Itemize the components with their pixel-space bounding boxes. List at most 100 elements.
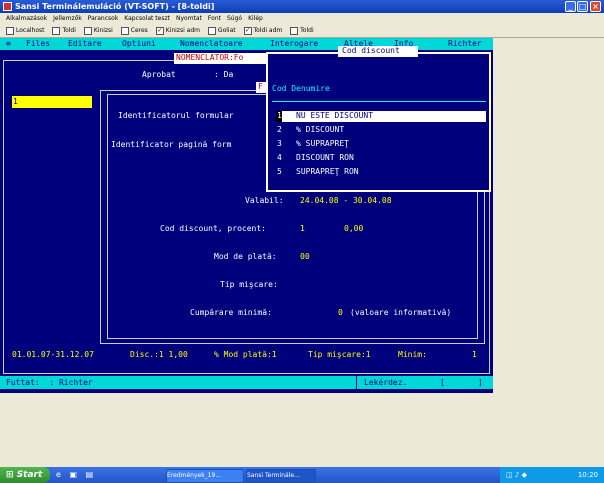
- clock: 10:20: [577, 471, 598, 479]
- cod-discount-code[interactable]: 1: [300, 224, 305, 234]
- cumparare-minima-note: (valoare informativă): [350, 308, 452, 317]
- connection-toolbar: Localhost Toldi Kinizsi Ceres ✓ Kinizsi a…: [0, 25, 604, 38]
- left-input-field[interactable]: 1: [12, 96, 92, 108]
- menu-bar: Alkalmazások Jellemzők Parancsok Kapcsolat …: [0, 13, 604, 25]
- minimize-button[interactable]: _: [565, 1, 576, 12]
- menu-item[interactable]: Alkalmazások: [6, 15, 47, 22]
- menu-item[interactable]: Parancsok: [88, 15, 119, 22]
- checkbox[interactable]: [52, 26, 61, 35]
- checkbox[interactable]: [207, 26, 216, 35]
- option-code: 2: [277, 125, 282, 134]
- explorer-icon[interactable]: ▣: [69, 470, 77, 479]
- left-input-value: 1: [13, 97, 18, 106]
- terminal-status-bar: Futtat: : Richter Lekérdez. [ ]: [0, 376, 493, 389]
- app-icon: [3, 2, 12, 11]
- option-label: DISCOUNT RON: [296, 153, 354, 162]
- terminal-screen[interactable]: ≡ Files Editare Optiuni Nomenclatoare In…: [0, 38, 493, 393]
- menu-item[interactable]: Nyomtat: [176, 15, 202, 22]
- popup-divider: [272, 101, 486, 102]
- info-tip-miscare: Tip mişcare:1: [308, 350, 371, 359]
- volume-icon[interactable]: ♪: [515, 471, 519, 479]
- checkbox[interactable]: [83, 26, 92, 35]
- terminal-menu-editare[interactable]: Editare: [68, 39, 102, 49]
- status-bracket-open: [: [440, 378, 445, 387]
- title-bar: Sansi Terminálemuláció (VT-SOFT) - [8-to…: [0, 0, 604, 13]
- popup-option-selected[interactable]: 1 NU ESTE DISCOUNT: [276, 111, 486, 122]
- checkbox[interactable]: [6, 26, 14, 35]
- taskbar: ⊞ Start e ▣ ▤ Eredmények_19... Sansi Ter…: [0, 467, 604, 483]
- windows-logo-icon: ⊞: [6, 470, 14, 480]
- task-label: Sansi Terminále...: [247, 472, 300, 479]
- network-icon[interactable]: ◫: [506, 471, 513, 479]
- menu-item[interactable]: Kilép: [248, 15, 263, 22]
- option-label: SUPRAPREŢ RON: [296, 167, 359, 176]
- desktop-icon[interactable]: ▤: [86, 470, 94, 479]
- checkbox-label: Kinizsi adm: [165, 27, 200, 34]
- checkbox-label: Localhost: [16, 27, 45, 34]
- mod-plata-value[interactable]: 00: [300, 252, 310, 262]
- close-button[interactable]: ×: [590, 1, 601, 12]
- checkbox[interactable]: ✓: [155, 26, 164, 35]
- info-minim-value: 1: [472, 350, 477, 359]
- identificator-pagina-label: Identificator pagină form: [111, 140, 232, 149]
- ie-icon[interactable]: e: [56, 470, 61, 479]
- popup-option[interactable]: 5 SUPRAPREŢ RON: [276, 167, 486, 178]
- aprobat-label: Aprobat: [142, 70, 176, 79]
- checkbox-label: Ceres: [130, 27, 148, 34]
- form-marker-box: F: [256, 82, 266, 93]
- terminal-menu-bar: ≡ Files Editare Optiuni Nomenclatoare In…: [0, 38, 493, 50]
- status-futtat: Futtat: : Richter: [6, 378, 93, 387]
- menu-item[interactable]: Font: [208, 15, 221, 22]
- popup-option[interactable]: 2 % DISCOUNT: [276, 125, 486, 136]
- info-mod-plata: % Mod plată:1: [214, 350, 277, 359]
- popup-header: Cod Denumire: [272, 84, 330, 93]
- option-label: % SUPRAPREŢ: [296, 139, 349, 148]
- taskbar-task-eredmenyek[interactable]: Eredmények_19...: [166, 469, 244, 483]
- quick-launch: e ▣ ▤: [56, 469, 120, 481]
- checkbox[interactable]: [290, 26, 299, 35]
- option-label: NU ESTE DISCOUNT: [296, 111, 374, 120]
- popup-option[interactable]: 3 % SUPRAPREŢ: [276, 139, 486, 150]
- valabil-label: Valabil:: [245, 196, 284, 205]
- option-code: 3: [277, 139, 282, 148]
- security-icon[interactable]: ◆: [522, 471, 527, 479]
- status-bracket-close: ]: [478, 378, 483, 387]
- cod-discount-popup: Cod discount Cod Denumire 1 NU ESTE DISC…: [266, 46, 491, 192]
- option-code: 4: [277, 153, 282, 162]
- aprobat-value: : Da: [214, 70, 234, 79]
- menu-item[interactable]: Súgó: [227, 15, 242, 22]
- tip-miscare-label: Tip mişcare:: [220, 280, 278, 289]
- terminal-user: Richter: [448, 39, 482, 48]
- info-period: 01.01.07-31.12.07: [12, 350, 94, 359]
- checkbox[interactable]: [120, 26, 129, 35]
- popup-title: Cod discount: [342, 46, 400, 55]
- maximize-button[interactable]: □: [577, 1, 588, 12]
- option-label: % DISCOUNT: [296, 125, 345, 134]
- form-marker: F: [258, 82, 263, 91]
- status-lekerdez: Lekérdez.: [364, 378, 408, 387]
- cumparare-minima-label: Cumpărare minimă:: [190, 308, 272, 317]
- terminal-menu-optiuni[interactable]: Optiuni: [122, 39, 156, 49]
- menu-item[interactable]: Kapcsolat teszt: [124, 15, 170, 22]
- option-code: 5: [277, 167, 282, 176]
- option-code: 1: [277, 111, 282, 120]
- menu-marker: ≡: [6, 39, 11, 48]
- checkbox[interactable]: ✓: [243, 26, 252, 35]
- menu-item[interactable]: Jellemzők: [53, 15, 82, 22]
- checkbox-label: Kinizsi: [93, 27, 113, 34]
- taskbar-task-sansi[interactable]: Sansi Terminále...: [246, 469, 316, 483]
- task-label: Eredmények_19...: [167, 472, 222, 479]
- terminal-menu-nomenclatoare[interactable]: Nomenclatoare: [180, 39, 243, 49]
- mod-plata-label: Mod de plată:: [214, 252, 277, 261]
- window-title: Sansi Terminálemuláció (VT-SOFT) - [8-to…: [15, 2, 215, 11]
- valabil-value[interactable]: 24.04.08 - 30.04.08: [300, 196, 392, 206]
- info-minim: Minim:: [398, 350, 427, 359]
- popup-option[interactable]: 4 DISCOUNT RON: [276, 153, 486, 164]
- popup-title-bar: Cod discount: [338, 46, 418, 57]
- terminal-menu-interogare[interactable]: Interogare: [270, 39, 318, 49]
- cod-discount-percent[interactable]: 0,00: [344, 224, 363, 234]
- cumparare-minima-value[interactable]: 0: [338, 308, 343, 318]
- terminal-menu-files[interactable]: Files: [26, 39, 50, 49]
- start-button[interactable]: ⊞ Start: [0, 467, 50, 483]
- checkbox-label: Toldi: [62, 27, 76, 34]
